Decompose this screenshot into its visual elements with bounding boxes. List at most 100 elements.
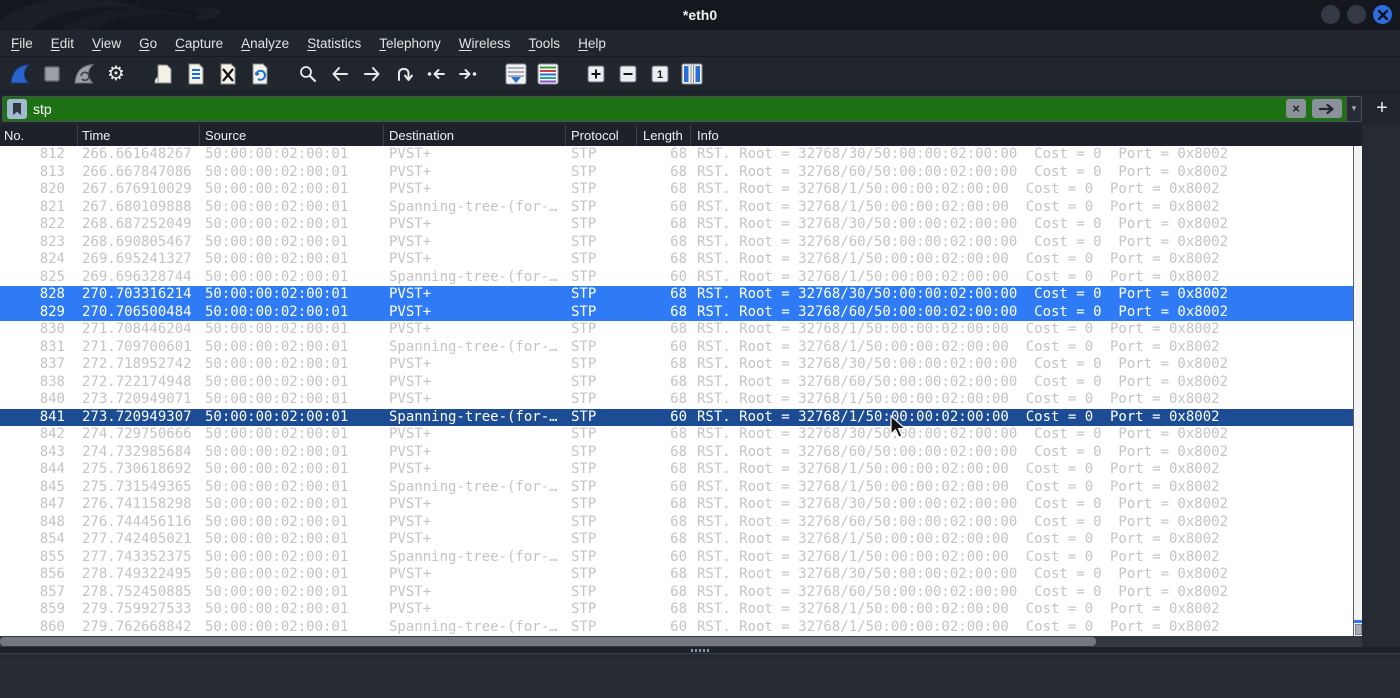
packet-row[interactable]: 837 272.718952742 50:00:00:02:00:01 PVST+ ST… [0, 356, 1353, 374]
cell-info: RST. Root = 32768/1/50:00:00:02:00:00 Co… [697, 198, 1220, 215]
close-button[interactable] [1373, 5, 1392, 24]
packet-row[interactable]: 860 279.762668842 50:00:00:02:00:01 Spannin… [0, 619, 1353, 637]
packet-row[interactable]: 847 276.741158298 50:00:00:02:00:01 PVST+ ST… [0, 496, 1353, 514]
cell-dst: PVST+ [389, 443, 432, 460]
cell-proto: STP [571, 181, 597, 197]
close-file-button[interactable] [213, 59, 243, 89]
auto-scroll-button[interactable] [501, 59, 531, 89]
cell-len: 68 [670, 601, 687, 617]
menu-telephony[interactable]: Telephony [370, 30, 450, 57]
column-header-length[interactable]: Length [637, 125, 691, 146]
packet-row[interactable]: 841 273.720949307 50:00:00:02:00:01 Spannin… [0, 408, 1353, 426]
vertical-scrollbar-thumb[interactable] [1355, 624, 1362, 635]
cell-len: 68 [670, 496, 687, 512]
filter-history-dropdown[interactable]: ▾ [1346, 96, 1361, 121]
packet-row[interactable]: 828 270.703316214 50:00:00:02:00:01 PVST+ ST… [0, 286, 1353, 304]
packet-row[interactable]: 840 273.720949071 50:00:00:02:00:01 PVST+ ST… [0, 391, 1353, 409]
cell-proto: STP [571, 198, 597, 215]
packet-row[interactable]: 829 270.706500484 50:00:00:02:00:01 PVST+ ST… [0, 303, 1353, 321]
filter-clear-button[interactable]: × [1286, 99, 1306, 118]
column-header-info[interactable]: Info [691, 125, 1362, 146]
filter-add-button[interactable]: + [1370, 97, 1394, 121]
save-file-button[interactable] [181, 59, 211, 89]
packet-row[interactable]: 838 272.722174948 50:00:00:02:00:01 PVST+ ST… [0, 374, 1353, 392]
cell-len: 68 [670, 583, 687, 600]
filter-apply-button[interactable] [1312, 99, 1342, 118]
filter-bookmark-button[interactable] [7, 98, 27, 119]
menu-edit[interactable]: Edit [42, 30, 83, 57]
menu-view[interactable]: View [83, 30, 130, 57]
packet-row[interactable]: 824 269.695241327 50:00:00:02:00:01 PVST+ ST… [0, 251, 1353, 269]
horizontal-scrollbar[interactable] [0, 636, 1362, 647]
cell-len: 60 [670, 268, 687, 285]
capture-options-button[interactable]: ⚙ [101, 59, 131, 89]
menu-capture[interactable]: Capture [166, 30, 232, 57]
menu-go[interactable]: Go [130, 30, 166, 57]
packet-list-header: No. Time Source Destination Protocol Length In… [0, 125, 1362, 146]
packet-row[interactable]: 844 275.730618692 50:00:00:02:00:01 PVST+ ST… [0, 461, 1353, 479]
cell-proto: STP [571, 461, 597, 477]
column-header-destination[interactable]: Destination [384, 125, 566, 146]
menu-wireless[interactable]: Wireless [450, 30, 520, 57]
reload-file-button[interactable] [245, 59, 275, 89]
menu-file[interactable]: File [2, 30, 42, 57]
zoom-out-button[interactable] [613, 59, 643, 89]
go-to-last-packet-button[interactable] [453, 59, 483, 89]
horizontal-scrollbar-thumb[interactable] [0, 637, 1096, 646]
packet-row[interactable]: 831 271.709700601 50:00:00:02:00:01 Spannin… [0, 339, 1353, 357]
packet-row[interactable]: 855 277.743352375 50:00:00:02:00:01 Spannin… [0, 549, 1353, 567]
cell-len: 68 [670, 181, 687, 197]
packet-row[interactable]: 848 276.744456116 50:00:00:02:00:01 PVST+ ST… [0, 514, 1353, 532]
menu-statistics[interactable]: Statistics [298, 30, 370, 57]
packet-row[interactable]: 825 269.696328744 50:00:00:02:00:01 Spannin… [0, 269, 1353, 287]
packet-row[interactable]: 822 268.687252049 50:00:00:02:00:01 PVST+ ST… [0, 216, 1353, 234]
menu-help[interactable]: Help [569, 30, 615, 57]
column-header-source[interactable]: Source [200, 125, 384, 146]
display-filter-input[interactable]: stp × [3, 97, 1346, 121]
maximize-button[interactable] [1347, 5, 1366, 24]
cell-len: 68 [670, 146, 687, 162]
go-back-button[interactable] [325, 59, 355, 89]
start-capture-button[interactable] [5, 59, 35, 89]
packet-row[interactable]: 830 271.708446204 50:00:00:02:00:01 PVST+ ST… [0, 321, 1353, 339]
packet-row[interactable]: 842 274.729750666 50:00:00:02:00:01 PVST+ ST… [0, 426, 1353, 444]
packet-row[interactable]: 820 267.676910029 50:00:00:02:00:01 PVST+ ST… [0, 181, 1353, 199]
zoom-in-button[interactable] [581, 59, 611, 89]
packet-row[interactable]: 821 267.680109888 50:00:00:02:00:01 Spannin… [0, 199, 1353, 217]
go-to-first-packet-button[interactable] [421, 59, 451, 89]
colorize-button[interactable] [533, 59, 563, 89]
menu-analyze[interactable]: Analyze [232, 30, 298, 57]
cell-dst: PVST+ [389, 566, 432, 582]
open-file-button[interactable] [149, 59, 179, 89]
auto-scroll-icon [505, 63, 527, 85]
packet-row[interactable]: 857 278.752450885 50:00:00:02:00:01 PVST+ ST… [0, 584, 1353, 602]
column-header-time[interactable]: Time [78, 125, 200, 146]
go-forward-button[interactable] [357, 59, 387, 89]
vertical-scrollbar[interactable] [1353, 146, 1363, 636]
title-bar: *eth0 [0, 0, 1400, 30]
packet-row[interactable]: 823 268.690805467 50:00:00:02:00:01 PVST+ ST… [0, 234, 1353, 252]
cell-len: 68 [670, 426, 687, 442]
cell-info: RST. Root = 32768/30/50:00:00:02:00:00 C… [697, 216, 1229, 232]
zoom-100-button[interactable]: 1 [645, 59, 675, 89]
packet-row[interactable]: 859 279.759927533 50:00:00:02:00:01 PVST+ ST… [0, 601, 1353, 619]
resize-columns-button[interactable] [677, 59, 707, 89]
go-to-packet-button[interactable] [389, 59, 419, 89]
packet-row[interactable]: 845 275.731549365 50:00:00:02:00:01 Spannin… [0, 479, 1353, 497]
column-header-no[interactable]: No. [0, 125, 78, 146]
cell-no: 842 [39, 426, 65, 442]
cell-dst: PVST+ [389, 321, 432, 337]
minimize-button[interactable] [1321, 5, 1340, 24]
packet-row[interactable]: 854 277.742405021 50:00:00:02:00:01 PVST+ ST… [0, 531, 1353, 549]
menu-tools[interactable]: Tools [520, 30, 570, 57]
stop-capture-button[interactable] [37, 59, 67, 89]
cell-time: 276.741158298 [82, 496, 192, 512]
packet-row[interactable]: 843 274.732985684 50:00:00:02:00:01 PVST+ ST… [0, 444, 1353, 462]
restart-capture-button[interactable] [69, 59, 99, 89]
column-header-protocol[interactable]: Protocol [566, 125, 637, 146]
find-packet-button[interactable] [293, 59, 323, 89]
packet-row[interactable]: 812 266.661648267 50:00:00:02:00:01 PVST+ ST… [0, 146, 1353, 164]
packet-row[interactable]: 813 266.667847086 50:00:00:02:00:01 PVST+ ST… [0, 164, 1353, 182]
packet-row[interactable]: 856 278.749322495 50:00:00:02:00:01 PVST+ ST… [0, 566, 1353, 584]
cell-time: 270.703316214 [82, 286, 192, 302]
